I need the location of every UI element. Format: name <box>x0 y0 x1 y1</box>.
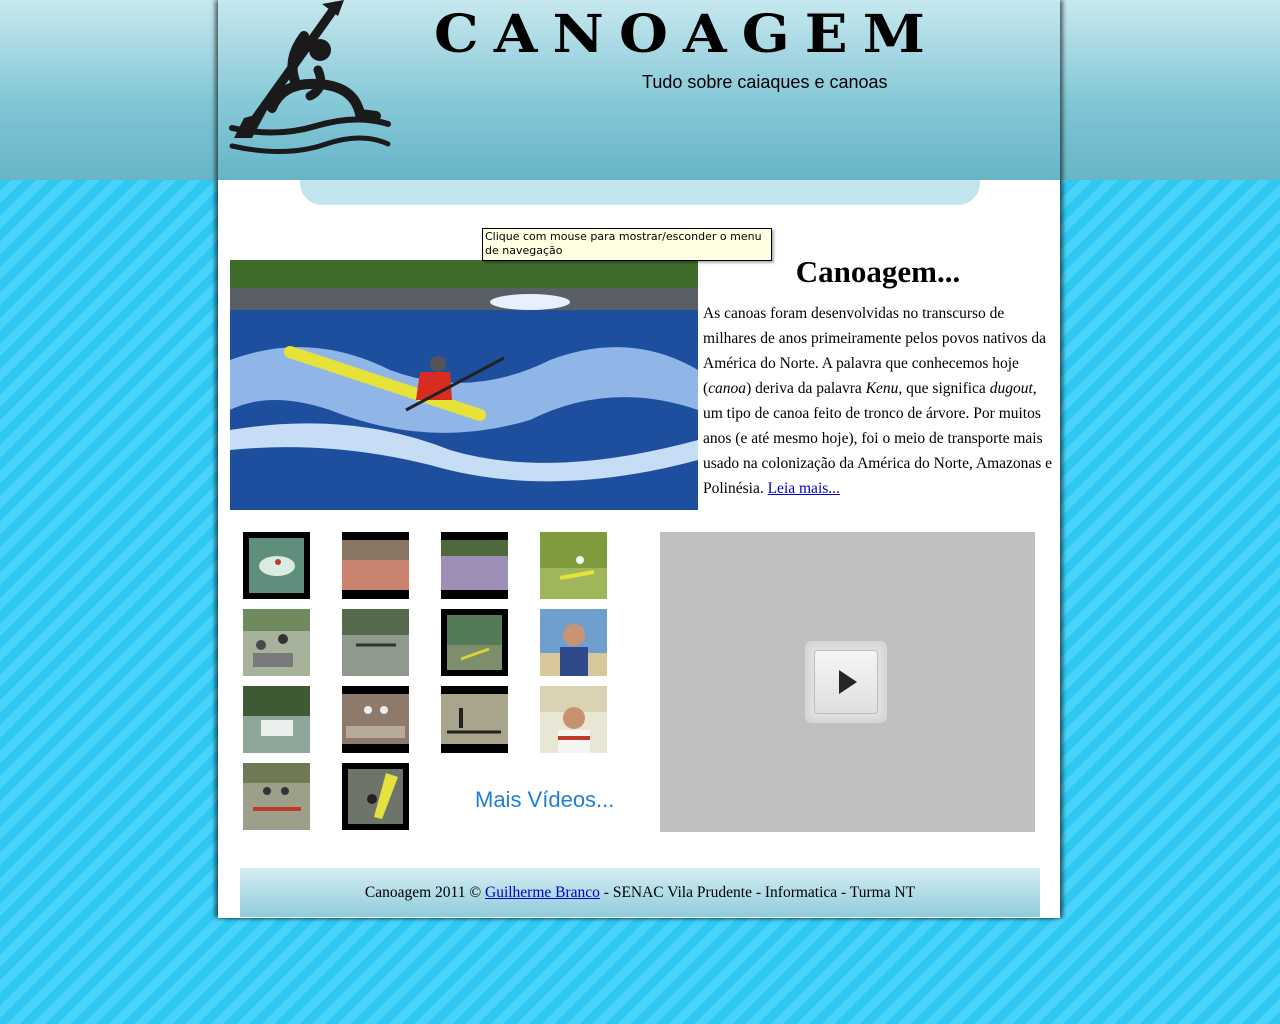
hero-kayak-photo <box>230 260 698 510</box>
video-player[interactable] <box>660 532 1035 832</box>
video-thumbnail-14[interactable] <box>342 763 409 830</box>
site-subtitle: Tudo sobre caiaques e canoas <box>642 72 888 92</box>
page-container: CANOAGEM Tudo sobre caiaques e canoas Cl… <box>218 0 1060 918</box>
author-link[interactable]: Guilherme Branco <box>485 884 600 901</box>
video-thumbnail-1[interactable] <box>243 532 310 599</box>
site-header: CANOAGEM Tudo sobre caiaques e canoas <box>218 0 1060 180</box>
video-thumbnail-2[interactable] <box>342 532 409 599</box>
play-button[interactable] <box>806 642 886 722</box>
video-thumbnail-12[interactable] <box>540 686 607 753</box>
video-thumbnail-6[interactable] <box>342 609 409 676</box>
video-thumbnail-11[interactable] <box>441 686 508 753</box>
video-thumbnail-10[interactable] <box>342 686 409 753</box>
read-more-link[interactable]: Leia mais... <box>768 480 840 497</box>
play-button-face <box>814 650 878 714</box>
intro-text-part: , um tipo de canoa feito de tronco de ár… <box>703 380 1053 497</box>
intro-paragraph: As canoas foram desenvolvidas no transcu… <box>703 301 1058 501</box>
navigation-menu-toggle[interactable] <box>300 180 980 205</box>
video-thumbnail-5[interactable] <box>243 609 310 676</box>
site-title: CANOAGEM <box>434 4 940 65</box>
footer-suffix: - SENAC Vila Prudente - Informatica - Tu… <box>599 884 916 901</box>
intro-text-part: ) deriva da palavra <box>746 380 866 397</box>
intro-emphasis-kenu: Kenu <box>865 380 899 397</box>
video-thumbnail-9[interactable] <box>243 686 310 753</box>
play-icon <box>839 670 857 694</box>
video-thumbnail-8[interactable] <box>540 609 607 676</box>
video-thumbnail-13[interactable] <box>243 763 310 830</box>
intro-text-part: , que significa <box>898 380 990 397</box>
intro-emphasis-canoa: canoa <box>708 380 747 397</box>
site-footer: Canoagem 2011 © Guilherme Branco - SENAC… <box>240 868 1040 917</box>
canoeist-logo-icon <box>229 0 391 154</box>
intro-emphasis-dugout: dugout <box>989 380 1033 397</box>
video-thumbnail-7[interactable] <box>441 609 508 676</box>
video-thumbnail-3[interactable] <box>441 532 508 599</box>
footer-prefix: Canoagem 2011 © <box>364 884 485 901</box>
video-thumbnail-4[interactable] <box>540 532 607 599</box>
more-videos-link[interactable]: Mais Vídeos... <box>475 787 614 813</box>
navigation-tooltip: Clique com mouse para mostrar/esconder o… <box>482 228 772 261</box>
